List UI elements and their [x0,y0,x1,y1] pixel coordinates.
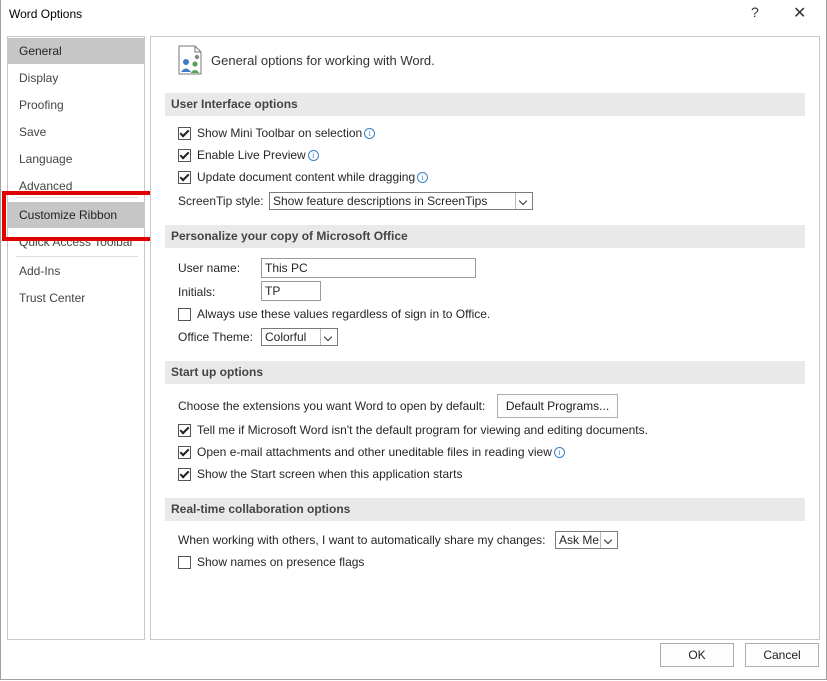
screentip-style-dropdown[interactable]: Show feature descriptions in ScreenTips [269,192,533,210]
share-changes-dropdown[interactable]: Ask Me [555,531,618,549]
mini-toolbar-label: Show Mini Toolbar on selection [197,126,363,140]
sidebar-nav: General Display Proofing Save Language A… [7,36,145,640]
screentip-label: ScreenTip style: [178,194,264,208]
section-title: Personalize your copy of Microsoft Offic… [171,229,408,243]
info-icon: i [417,172,429,183]
sidebar-item-display[interactable]: Display [8,65,144,91]
cancel-button[interactable]: Cancel [745,643,819,667]
office-theme-value: Colorful [265,330,307,344]
info-icon: i [307,150,319,161]
sidebar-item-proofing[interactable]: Proofing [8,92,144,118]
sidebar-item-language[interactable]: Language [8,146,144,172]
help-button[interactable]: ? [751,4,759,20]
section-personalize: Personalize your copy of Microsoft Offic… [165,225,805,248]
info-icon: i [553,447,565,458]
sidebar-item-general[interactable]: General [8,38,144,64]
office-theme-label: Office Theme: [178,330,253,344]
open-email-checkbox[interactable] [178,446,191,459]
chevron-down-icon [320,329,337,345]
sidebar-divider [16,256,138,257]
presence-flags-checkbox[interactable] [178,556,191,569]
live-preview-checkbox[interactable] [178,149,191,162]
always-use-checkbox[interactable] [178,308,191,321]
info-icon: i [364,128,376,139]
chevron-down-icon [600,532,617,548]
initials-label: Initials: [178,285,216,299]
window-title: Word Options [9,7,83,21]
update-dragging-label: Update document content while dragging [197,170,416,184]
section-title: Real-time collaboration options [171,502,351,516]
extensions-label: Choose the extensions you want Word to o… [178,399,486,413]
open-email-label: Open e-mail attachments and other unedit… [197,445,552,459]
title-bar: Word Options ? ✕ [0,0,827,30]
section-startup: Start up options [165,361,805,384]
initials-field[interactable]: TP [261,281,321,301]
screentip-value: Show feature descriptions in ScreenTips [273,194,488,208]
chevron-down-icon [515,193,532,209]
always-use-label: Always use these values regardless of si… [197,307,491,321]
section-title: User Interface options [171,97,298,111]
update-dragging-checkbox[interactable] [178,171,191,184]
mini-toolbar-checkbox[interactable] [178,127,191,140]
share-changes-value: Ask Me [559,533,600,547]
sidebar-item-add-ins[interactable]: Add-Ins [8,258,144,284]
share-changes-label: When working with others, I want to auto… [178,533,546,547]
close-button[interactable]: ✕ [793,3,806,23]
options-people-icon [178,45,202,75]
office-theme-dropdown[interactable]: Colorful [261,328,338,346]
show-start-checkbox[interactable] [178,468,191,481]
show-start-label: Show the Start screen when this applicat… [197,467,463,481]
username-label: User name: [178,261,241,275]
page-title: General options for working with Word. [211,53,435,68]
section-collaboration: Real-time collaboration options [165,498,805,521]
presence-flags-label: Show names on presence flags [197,555,365,569]
section-user-interface: User Interface options [165,93,805,116]
sidebar-item-trust-center[interactable]: Trust Center [8,285,144,311]
section-title: Start up options [171,365,263,379]
username-field[interactable]: This PC [261,258,476,278]
tell-me-checkbox[interactable] [178,424,191,437]
tell-me-label: Tell me if Microsoft Word isn't the defa… [197,423,648,437]
sidebar-item-save[interactable]: Save [8,119,144,145]
highlight-box [2,191,168,241]
default-programs-button[interactable]: Default Programs... [497,394,618,418]
ok-button[interactable]: OK [660,643,734,667]
main-panel: General options for working with Word. U… [150,36,820,640]
live-preview-label: Enable Live Preview [197,148,306,162]
